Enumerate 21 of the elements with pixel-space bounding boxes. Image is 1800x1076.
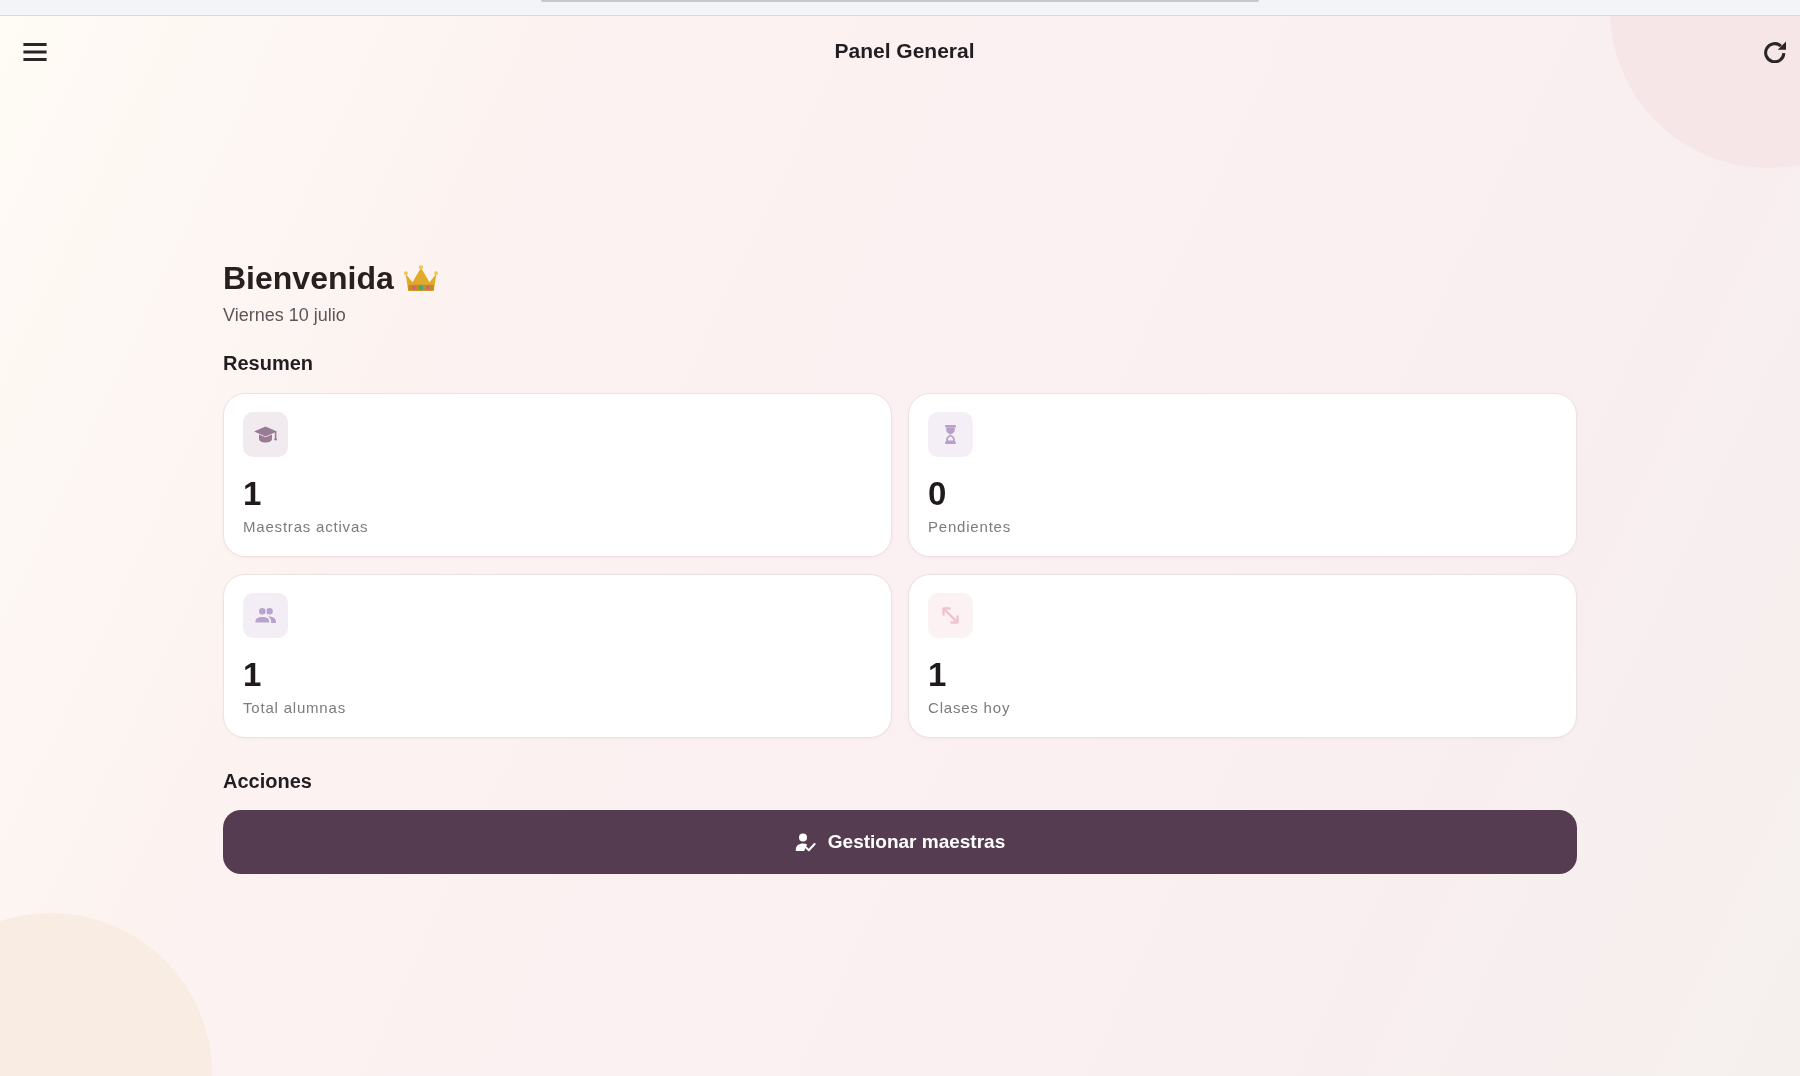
stat-value: 1 [928, 656, 947, 694]
stat-value: 1 [243, 656, 262, 694]
section-heading: Acciones [223, 769, 312, 794]
section-heading: Resumen [223, 351, 314, 376]
welcome-heading: Bienvenida [223, 259, 394, 298]
stat-label: Maestras activas [243, 517, 369, 537]
stat-label: Total alumnas [243, 698, 346, 718]
menu-icon[interactable] [23, 43, 47, 61]
manage-teachers-button[interactable]: Gestionar maestras [223, 810, 1577, 874]
hourglass-icon [928, 412, 973, 457]
refresh-icon[interactable] [1764, 41, 1786, 63]
stat-label: Pendientes [928, 517, 1012, 537]
stat-value: 0 [928, 475, 947, 513]
page-title: Panel General [834, 38, 975, 64]
date-text: Viernes 10 julio [223, 304, 346, 326]
people-icon [243, 593, 288, 638]
stat-value: 1 [243, 475, 262, 513]
crown-icon [403, 265, 438, 293]
graduation-cap-icon [243, 412, 288, 457]
person-check-icon [794, 832, 816, 852]
stat-label: Clases hoy [928, 698, 1011, 718]
